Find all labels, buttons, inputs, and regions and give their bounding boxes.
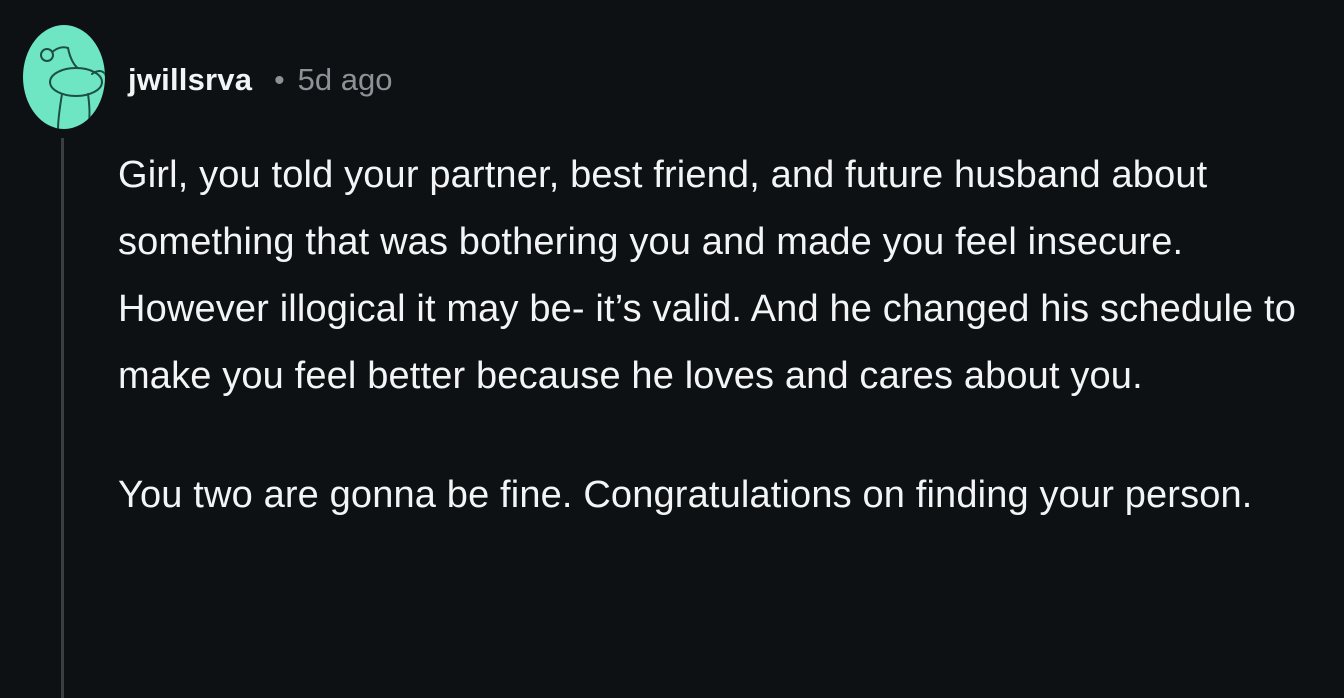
comment-body: Girl, you told your partner, best friend… [118, 142, 1328, 529]
separator-dot: • [274, 64, 285, 97]
thread-line[interactable] [61, 138, 64, 698]
username-link[interactable]: jwillsrva [128, 62, 252, 98]
snoo-avatar-icon [23, 25, 105, 129]
comment-meta: jwillsrva • 5d ago [128, 58, 393, 102]
comment-paragraph: Girl, you told your partner, best friend… [118, 154, 1297, 397]
comment: jwillsrva • 5d ago Girl, you told your p… [0, 0, 1344, 698]
timestamp[interactable]: 5d ago [298, 62, 393, 98]
avatar[interactable] [22, 24, 106, 130]
comment-paragraph: You two are gonna be fine. Congratulatio… [118, 474, 1253, 516]
